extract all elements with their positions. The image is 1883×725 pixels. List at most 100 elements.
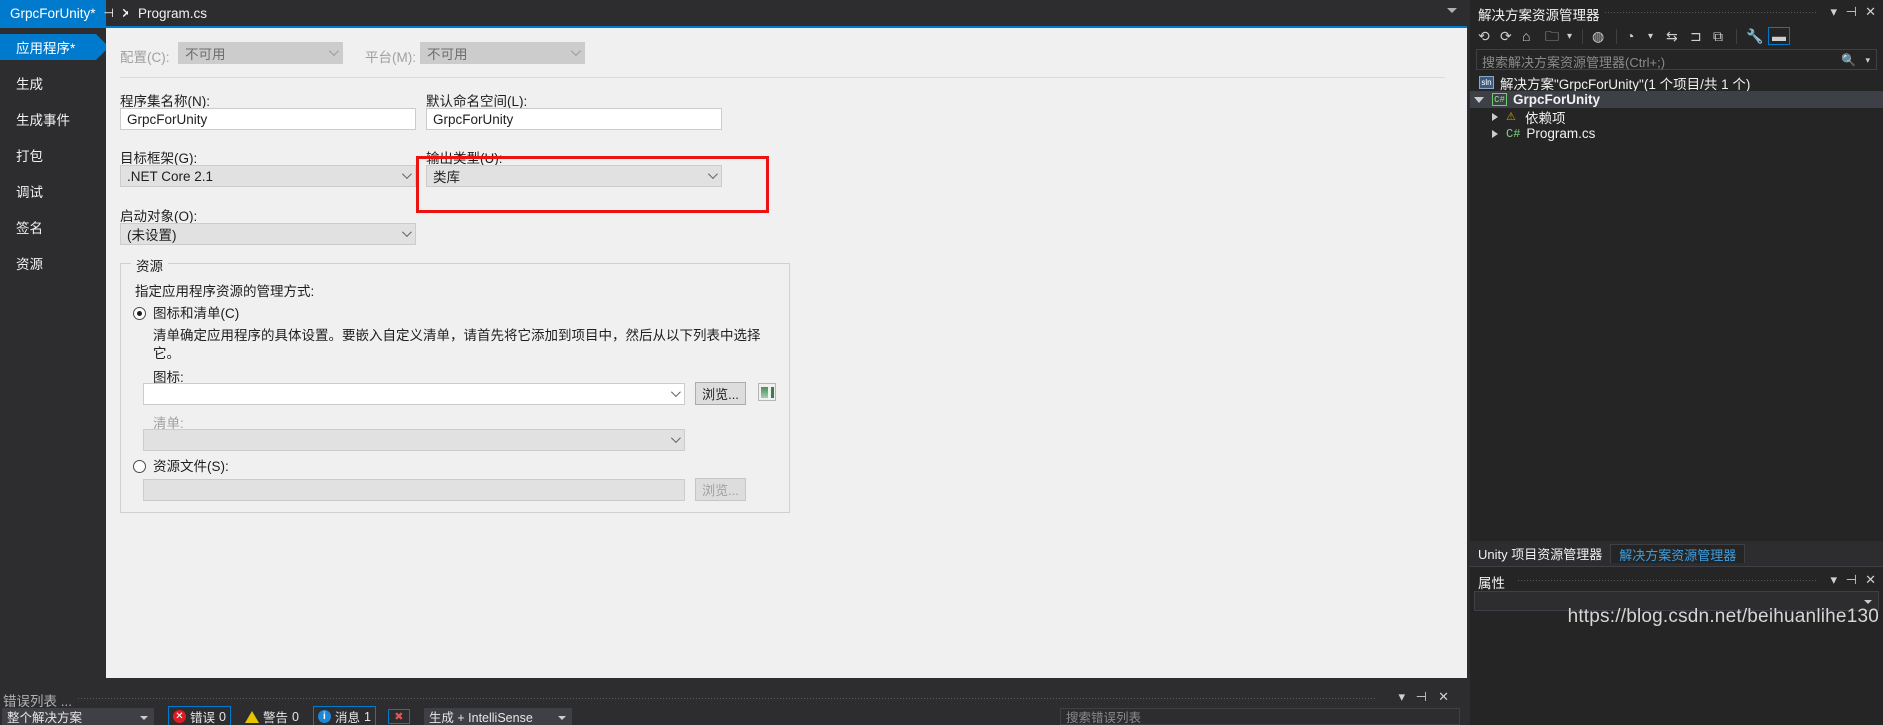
pending-changes-icon[interactable]: ◔	[1626, 28, 1634, 45]
solution-explorer-close-icon[interactable]: ✕	[1865, 5, 1876, 19]
chevron-down-icon	[670, 387, 681, 398]
build-intellisense-combo[interactable]: 生成 + IntelliSense	[423, 708, 572, 725]
platform-combo[interactable]: 不可用	[420, 42, 585, 64]
sidebar-item-label: 签名	[16, 221, 43, 236]
new-folder-icon[interactable]: 🗀	[1545, 28, 1559, 45]
messages-label: 消息	[334, 711, 360, 725]
chevron-down-icon	[670, 433, 681, 444]
tab-grpcforunity[interactable]: GrpcForUnity* ⊣ ✕	[0, 0, 133, 26]
error-list-close-icon[interactable]: ✕	[1438, 690, 1449, 704]
sidebar-item-package[interactable]: 打包	[0, 142, 106, 168]
tree-row-dependencies[interactable]: ⚠ 依赖项	[1470, 108, 1883, 126]
error-scope-combo[interactable]: 整个解决方案	[2, 708, 154, 725]
solution-explorer-title: 解决方案资源管理器	[1478, 8, 1600, 23]
sidebar-item-label: 打包	[16, 149, 43, 164]
startup-object-combo[interactable]: (未设置)	[120, 223, 416, 245]
properties-dropdown-icon[interactable]: ▾	[1830, 573, 1837, 587]
assembly-name-input[interactable]: GrpcForUnity	[120, 108, 416, 130]
tab-program-cs[interactable]: Program.cs	[128, 0, 214, 26]
messages-filter-button[interactable]: i 消息 1	[312, 706, 376, 725]
startup-object-value: (未设置)	[127, 228, 177, 243]
manifest-combo[interactable]	[143, 429, 685, 451]
error-list-pin-icon[interactable]: ⊣	[1416, 690, 1427, 704]
icon-browse-button[interactable]: 浏览...	[695, 382, 746, 405]
tab-label: Unity 项目资源管理器	[1478, 547, 1603, 562]
tree-row-program-cs[interactable]: C# Program.cs	[1470, 125, 1883, 142]
toolbar-separator	[1616, 29, 1617, 44]
properties-pin-icon[interactable]: ⊣	[1846, 573, 1857, 587]
icon-preview-image	[758, 383, 776, 401]
chevron-collapsed-icon[interactable]	[1492, 112, 1498, 121]
chevron-expanded-icon[interactable]	[1474, 96, 1484, 103]
back-icon[interactable]: ⟲	[1478, 28, 1490, 45]
toolbar-chevron-icon[interactable]: ▾	[1567, 28, 1572, 45]
error-icon: ✕	[173, 710, 186, 723]
chevron-collapsed-icon[interactable]	[1492, 129, 1498, 138]
sidebar-item-signing[interactable]: 签名	[0, 214, 106, 240]
icon-manifest-help-line2: 它。	[153, 346, 180, 361]
csharp-file-icon: C#	[1506, 126, 1521, 141]
tabstrip-overflow-icon[interactable]	[1447, 8, 1457, 13]
show-all-files-icon[interactable]: ◍	[1592, 28, 1604, 45]
sidebar-item-application[interactable]: 应用程序*	[0, 34, 109, 60]
build-intellisense-value: 生成 + IntelliSense	[428, 711, 533, 725]
resource-file-label: 资源文件(S):	[153, 459, 229, 474]
solution-search-input[interactable]: 搜索解决方案资源管理器(Ctrl+;) 🔍 ▾	[1476, 49, 1877, 70]
chevron-down-icon	[401, 169, 412, 180]
configuration-combo[interactable]: 不可用	[178, 42, 343, 64]
collapse-all-icon[interactable]: ⊐	[1690, 28, 1702, 45]
target-framework-value: .NET Core 2.1	[127, 168, 214, 184]
forward-icon[interactable]: ⟳	[1500, 28, 1512, 45]
sidebar-item-build[interactable]: 生成	[0, 70, 106, 96]
startup-object-label: 启动对象(O):	[120, 209, 198, 224]
icon-and-manifest-radio[interactable]	[133, 307, 146, 320]
default-namespace-input[interactable]: GrpcForUnity	[426, 108, 722, 130]
csharp-project-icon: C#	[1492, 93, 1507, 106]
solution-explorer-toolbar: ⟲ ⟳ ⌂ 🗀 ▾ ◍ ◔ ▾ ⇆ ⊐ ⧉ 🔧 ▬	[1470, 24, 1883, 49]
solution-explorer-panel: 解决方案资源管理器 ▾ ⊣ ✕ ⟲ ⟳ ⌂ 🗀 ▾ ◍ ◔ ▾ ⇆ ⊐ ⧉ 🔧 …	[1470, 0, 1883, 541]
preview-selected-icon[interactable]: ▬	[1768, 27, 1790, 45]
copy-icon[interactable]: ⧉	[1713, 28, 1723, 45]
icon-combo[interactable]	[143, 383, 685, 405]
search-icon[interactable]: 🔍	[1841, 53, 1856, 67]
solution-explorer-header: 解决方案资源管理器 ▾ ⊣ ✕	[1470, 0, 1883, 24]
resource-file-radio[interactable]	[133, 460, 146, 473]
properties-close-icon[interactable]: ✕	[1865, 573, 1876, 587]
sync-icon[interactable]: ⇆	[1666, 28, 1678, 45]
home-icon[interactable]: ⌂	[1522, 28, 1530, 45]
errors-filter-button[interactable]: ✕ 错误 0	[168, 706, 231, 725]
tab-label: Program.cs	[138, 5, 208, 21]
toolbar-separator	[1736, 29, 1737, 44]
tree-row-label: 依赖项	[1525, 110, 1566, 126]
warnings-filter-button[interactable]: 警告 0	[244, 707, 299, 725]
resource-file-browse-button: 浏览...	[695, 478, 746, 501]
target-framework-label: 目标框架(G):	[120, 151, 198, 166]
error-search-input[interactable]: 搜索错误列表	[1060, 708, 1460, 725]
platform-label: 平台(M):	[365, 50, 416, 65]
tree-row-solution[interactable]: sln 解决方案"GrpcForUnity"(1 个项目/共 1 个)	[1470, 74, 1883, 92]
error-list-header: 错误列表 ... ▾ ⊣ ✕	[0, 688, 1467, 710]
configuration-label: 配置(C):	[120, 50, 170, 65]
configuration-row: 配置(C): 不可用 平台(M): 不可用	[120, 40, 1440, 70]
sidebar-item-resources[interactable]: 资源	[0, 250, 106, 276]
tab-unity-project-explorer[interactable]: Unity 项目资源管理器	[1470, 544, 1610, 563]
clear-all-icon[interactable]: ✖	[387, 709, 410, 724]
pin-icon[interactable]: ⊣	[104, 7, 114, 19]
chevron-down-icon	[328, 46, 339, 57]
sidebar-item-debug[interactable]: 调试	[0, 178, 106, 204]
resource-file-input[interactable]	[143, 479, 685, 501]
solution-explorer-pin-icon[interactable]: ⊣	[1846, 5, 1857, 19]
tab-solution-explorer[interactable]: 解决方案资源管理器	[1610, 544, 1746, 563]
solution-explorer-dropdown-icon[interactable]: ▾	[1830, 5, 1837, 19]
divider	[120, 77, 1445, 78]
warning-icon	[244, 710, 259, 723]
properties-wrench-icon[interactable]: 🔧	[1746, 28, 1763, 45]
target-framework-combo[interactable]: .NET Core 2.1	[120, 165, 416, 187]
sidebar-item-build-events[interactable]: 生成事件	[0, 106, 106, 132]
platform-value: 不可用	[427, 47, 468, 62]
search-chevron-icon[interactable]: ▾	[1865, 55, 1870, 66]
error-list-dropdown-icon[interactable]: ▾	[1398, 690, 1405, 704]
pending-chevron-icon[interactable]: ▾	[1648, 28, 1653, 45]
messages-count: 1	[363, 709, 371, 724]
tree-row-project[interactable]: C# GrpcForUnity	[1470, 91, 1883, 108]
